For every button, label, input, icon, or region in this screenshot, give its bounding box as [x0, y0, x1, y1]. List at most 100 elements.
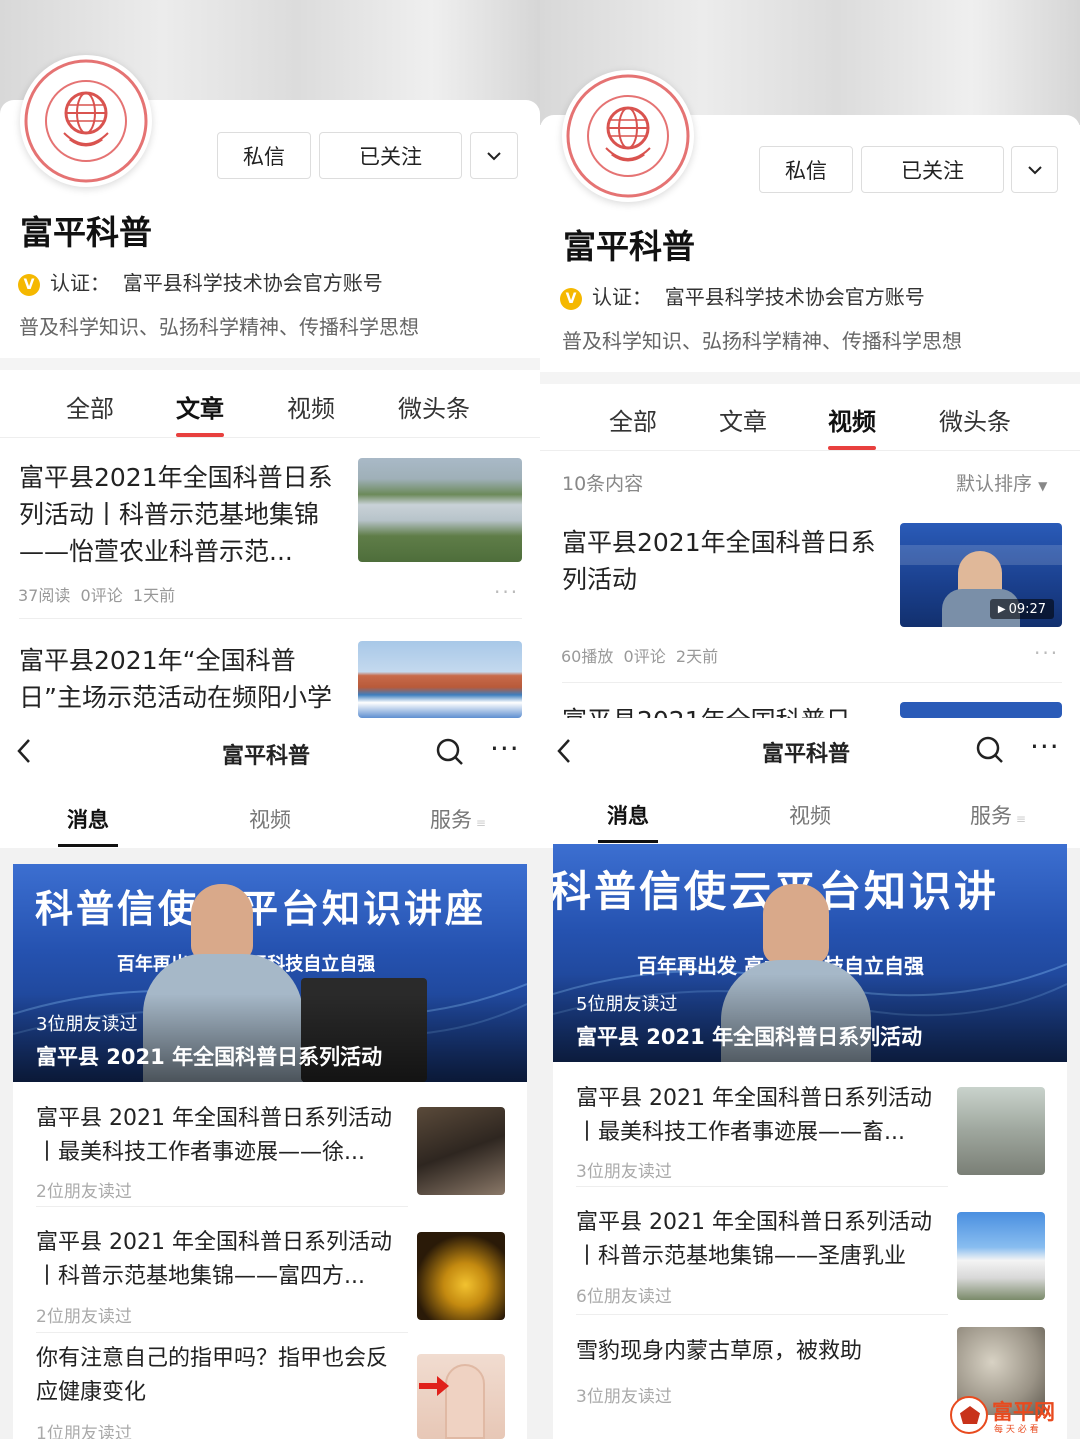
- list-item-read-count: 3位朋友读过: [576, 1387, 672, 1407]
- video-title[interactable]: 富平县2021年全国科普日系列活动: [562, 524, 882, 598]
- article-thumbnail[interactable]: [358, 458, 522, 562]
- site-logo-icon: [950, 1396, 988, 1434]
- list-item-read-count: 3位朋友读过: [576, 1162, 672, 1182]
- list-item-title[interactable]: 富平县 2021 年全国科普日系列活动丨最美科技工作者事迹展——畜...: [576, 1082, 936, 1150]
- speaker-photo: [763, 884, 829, 964]
- list-item-title[interactable]: 富平县 2021 年全国科普日系列活动丨科普示范基地集锦——富四方...: [36, 1226, 396, 1294]
- video-meta: 60播放 0评论 2天前: [561, 647, 719, 666]
- tab-messages[interactable]: 消息: [607, 800, 649, 830]
- menu-icon: ≡: [472, 816, 486, 830]
- list-item-title[interactable]: 富平县 2021 年全国科普日系列活动丨最美科技工作者事迹展——徐...: [36, 1102, 396, 1170]
- video-thumbnail[interactable]: [900, 702, 1062, 718]
- tab-videos[interactable]: 视频: [828, 402, 876, 437]
- list-item-thumbnail[interactable]: [417, 1354, 505, 1439]
- active-tab-indicator: [598, 840, 658, 843]
- active-tab-indicator: [58, 844, 118, 847]
- divider: [0, 358, 540, 370]
- page-title: 富平科普: [762, 742, 851, 767]
- divider: [540, 372, 1080, 384]
- divider: [36, 1206, 408, 1207]
- video-thumbnail[interactable]: ▶ 09:27: [900, 523, 1062, 627]
- hero-read-count: 3位朋友读过: [36, 1014, 138, 1035]
- red-arrow-icon: [419, 1376, 449, 1396]
- back-arrow-icon[interactable]: [556, 738, 572, 768]
- hero-title: 富平县 2021 年全国科普日系列活动: [36, 1045, 383, 1069]
- list-item-read-count: 2位朋友读过: [36, 1307, 132, 1327]
- tab-messages[interactable]: 消息: [67, 804, 109, 834]
- list-item-thumbnail[interactable]: [417, 1107, 505, 1195]
- cert-text: 富平县科学技术协会官方账号: [122, 271, 383, 295]
- featured-article[interactable]: 科普信使云平台知识讲座 百年再出发 高水平科技自立自强 3位朋友读过 富平县 2…: [13, 864, 527, 1082]
- search-icon[interactable]: [436, 738, 464, 770]
- article-title[interactable]: 富平县2021年全国科普日系列活动丨科普示范基地集锦——怡萱农业科普示范...: [19, 459, 337, 570]
- account-name: 富平科普: [563, 227, 695, 266]
- list-item-title[interactable]: 富平县 2021 年全国科普日系列活动丨科普示范基地集锦——圣唐乳业: [576, 1206, 936, 1274]
- list-item-thumbnail[interactable]: [957, 1087, 1045, 1175]
- more-dots-icon[interactable]: ···: [494, 580, 519, 604]
- tab-videos[interactable]: 视频: [249, 804, 291, 834]
- list-item-title[interactable]: 雪豹现身内蒙古草原，被救助: [576, 1335, 936, 1369]
- back-arrow-icon[interactable]: [16, 738, 32, 768]
- tab-micro-posts[interactable]: 微头条: [939, 402, 1011, 437]
- cert-label: 认证：: [592, 285, 652, 309]
- divider: [576, 1186, 948, 1187]
- message-button[interactable]: 私信: [759, 146, 853, 193]
- list-item-read-count: 2位朋友读过: [36, 1182, 132, 1202]
- hero-read-count: 5位朋友读过: [576, 994, 678, 1015]
- divider: [0, 437, 540, 438]
- tab-services[interactable]: 服务 ≡: [970, 800, 1026, 830]
- site-slogan: 每 天 必 看: [994, 1425, 1039, 1435]
- menu-icon: ≡: [1012, 812, 1026, 826]
- divider: [36, 1332, 408, 1333]
- more-dots-icon[interactable]: ···: [1034, 641, 1059, 665]
- video-duration: ▶ 09:27: [990, 599, 1054, 619]
- tab-videos[interactable]: 视频: [789, 800, 831, 830]
- list-item-thumbnail[interactable]: [417, 1232, 505, 1320]
- science-association-emblem-icon: [566, 74, 690, 198]
- account-description: 普及科学知识、弘扬科学精神、传播科学思想: [562, 329, 962, 353]
- more-options-button[interactable]: [470, 132, 518, 179]
- tab-articles[interactable]: 文章: [176, 389, 224, 424]
- mp-tabs: 消息 视频 服务 ≡: [0, 784, 540, 848]
- hero-headline: 科普信使云平台知识讲座: [35, 887, 487, 931]
- divider: [562, 682, 1062, 683]
- tab-all[interactable]: 全部: [66, 389, 114, 424]
- article-thumbnail[interactable]: [358, 641, 522, 718]
- mp-panel-left: 富平科普 ··· 消息 视频 服务 ≡ 科普信使云平台知识讲座 百年再出发 高水…: [0, 718, 540, 1439]
- article-meta: 37阅读 0评论 1天前: [18, 586, 176, 605]
- divider: [19, 618, 522, 619]
- nav-header: 富平科普 ···: [0, 718, 540, 784]
- list-item-thumbnail[interactable]: [957, 1212, 1045, 1300]
- tab-videos[interactable]: 视频: [287, 389, 335, 424]
- list-item-title[interactable]: 你有注意自己的指甲吗？指甲也会反应健康变化: [36, 1342, 396, 1410]
- tab-services[interactable]: 服务 ≡: [430, 804, 486, 834]
- account-logo[interactable]: [562, 70, 694, 202]
- speaker-photo: [191, 884, 253, 960]
- profile-panel-videos: 私信 已关注 富平科普 V 认证： 富平县科学技术协会官方账号 普及科学知识、弘扬…: [540, 0, 1080, 718]
- account-logo[interactable]: [20, 55, 152, 187]
- page-title: 富平科普: [222, 744, 311, 769]
- follow-button[interactable]: 已关注: [319, 132, 462, 179]
- tab-articles[interactable]: 文章: [719, 402, 767, 437]
- verified-badge-icon: V: [18, 273, 40, 296]
- more-icon[interactable]: ···: [1030, 730, 1060, 763]
- message-button[interactable]: 私信: [217, 132, 311, 179]
- hero-title: 富平县 2021 年全国科普日系列活动: [576, 1025, 923, 1049]
- certification-line: V 认证： 富平县科学技术协会官方账号: [18, 267, 383, 296]
- more-icon[interactable]: ···: [490, 732, 520, 765]
- search-icon[interactable]: [976, 736, 1004, 768]
- science-association-emblem-icon: [24, 59, 148, 183]
- article-title[interactable]: 富平县2021年“全国科普日”主场示范活动在频阳小学圆: [19, 642, 337, 718]
- divider: [576, 1314, 948, 1315]
- nav-header: 富平科普 ···: [540, 718, 1080, 784]
- tab-micro-posts[interactable]: 微头条: [398, 389, 470, 424]
- sort-dropdown[interactable]: 默认排序 ▼: [956, 469, 1047, 496]
- video-title[interactable]: 富平县2021年全国科普日: [562, 702, 882, 718]
- account-name: 富平科普: [20, 213, 152, 252]
- featured-article[interactable]: 科普信使云平台知识讲 百年再出发 高水平科技自立自强 5位朋友读过 富平县 20…: [553, 844, 1067, 1062]
- list-item-read-count: 1位朋友读过: [36, 1424, 132, 1439]
- more-options-button[interactable]: [1011, 146, 1058, 193]
- certification-line: V 认证： 富平县科学技术协会官方账号: [560, 281, 925, 310]
- tab-all[interactable]: 全部: [609, 402, 657, 437]
- follow-button[interactable]: 已关注: [861, 146, 1004, 193]
